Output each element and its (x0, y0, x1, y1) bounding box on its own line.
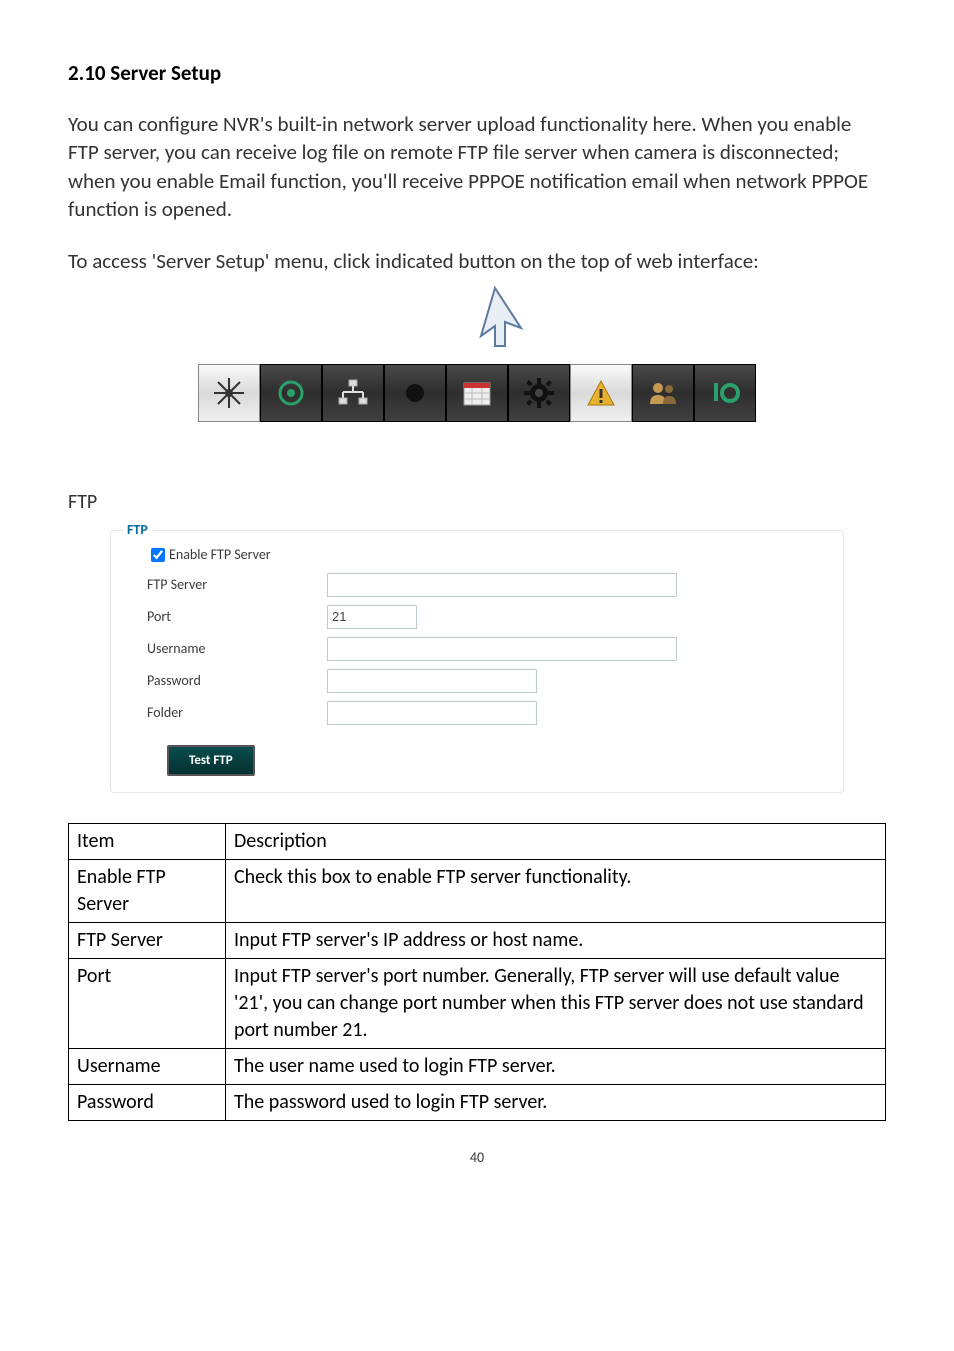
table-row: Port Input FTP server's port number. Gen… (69, 958, 886, 1048)
ftp-port-label: Port (147, 608, 327, 625)
table-row: Username The user name used to login FTP… (69, 1048, 886, 1084)
toolbar-button-warning (570, 364, 632, 422)
warning-icon (586, 379, 616, 407)
test-ftp-button[interactable]: Test FTP (167, 745, 255, 776)
toolbar-button-dot (384, 364, 446, 422)
enable-ftp-checkbox[interactable]: Enable FTP Server (147, 545, 827, 565)
ftp-server-label: FTP Server (147, 576, 327, 593)
table-cell-desc: Input FTP server's port number. Generall… (226, 958, 886, 1048)
table-header-item: Item (69, 823, 226, 859)
ftp-username-input[interactable] (327, 637, 677, 661)
table-cell-desc: Check this box to enable FTP server func… (226, 859, 886, 922)
toolbar-button-star (198, 364, 260, 422)
table-row: FTP Server Input FTP server's IP address… (69, 922, 886, 958)
ftp-password-label: Password (147, 672, 327, 689)
paragraph-instruction: To access 'Server Setup' menu, click ind… (68, 247, 886, 275)
table-cell-item: Enable FTP Server (69, 859, 226, 922)
table-header-desc: Description (226, 823, 886, 859)
ftp-fieldset: FTP Enable FTP Server FTP Server Port Us… (110, 530, 844, 793)
table-row: Password The password used to login FTP … (69, 1084, 886, 1120)
ftp-port-input[interactable] (327, 605, 417, 629)
table-header-row: Item Description (69, 823, 886, 859)
toolbar-button-calendar (446, 364, 508, 422)
enable-ftp-label: Enable FTP Server (169, 546, 271, 563)
enable-ftp-checkbox-input[interactable] (151, 548, 165, 562)
section-heading: 2.10 Server Setup (68, 60, 886, 86)
page-number: 40 (68, 1149, 886, 1166)
ftp-username-label: Username (147, 640, 327, 657)
table-cell-item: Username (69, 1048, 226, 1084)
table-cell-item: FTP Server (69, 922, 226, 958)
ftp-server-input[interactable] (327, 573, 677, 597)
ftp-legend: FTP (123, 521, 152, 538)
ftp-subheading: FTP (68, 490, 886, 514)
toolbar-button-users (632, 364, 694, 422)
ftp-folder-label: Folder (147, 704, 327, 721)
io-icon (709, 381, 741, 405)
table-cell-desc: The password used to login FTP server. (226, 1084, 886, 1120)
toolbar-button-server-setup (508, 364, 570, 422)
toolbar-illustration (68, 300, 886, 430)
toolbar-button-network (322, 364, 384, 422)
users-icon (647, 380, 679, 406)
snowflake-icon (212, 376, 246, 410)
gear-icon (524, 378, 554, 408)
table-cell-item: Password (69, 1084, 226, 1120)
table-cell-desc: The user name used to login FTP server. (226, 1048, 886, 1084)
ftp-password-input[interactable] (327, 669, 537, 693)
toolbar-button-record (260, 364, 322, 422)
circle-icon (404, 382, 426, 404)
description-table: Item Description Enable FTP Server Check… (68, 823, 886, 1121)
schedule-icon (462, 379, 492, 407)
table-cell-item: Port (69, 958, 226, 1048)
paragraph-intro: You can configure NVR's built-in network… (68, 110, 886, 223)
toolbar-button-io (694, 364, 756, 422)
table-cell-desc: Input FTP server's IP address or host na… (226, 922, 886, 958)
table-row: Enable FTP Server Check this box to enab… (69, 859, 886, 922)
network-icon (336, 378, 370, 408)
ftp-folder-input[interactable] (327, 701, 537, 725)
record-icon (278, 380, 304, 406)
